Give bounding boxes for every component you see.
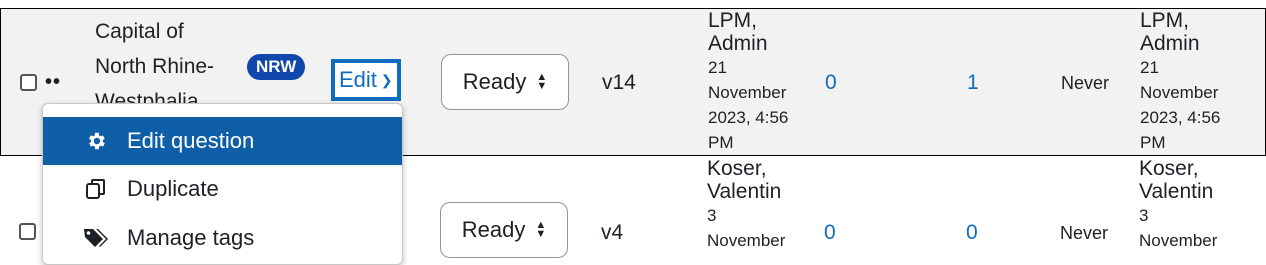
created-date: November [708,83,787,102]
menu-item-label: Manage tags [127,225,255,250]
modified-date: 21 [1140,58,1159,77]
row-select-checkbox[interactable] [20,74,37,91]
status-select-value: Ready [462,69,527,94]
modified-by: Koser, Valentin 3 November [1139,157,1217,253]
menu-item-label: Edit question [127,128,255,153]
row-select-checkbox[interactable] [19,223,36,240]
created-by: LPM, Admin 21 November 2023, 4:56 PM [708,9,788,155]
modified-by-name: Valentin [1139,180,1214,203]
tag-badge[interactable]: NRW [247,54,306,80]
select-arrows-icon: ▲ ▼ [536,71,548,92]
created-date: 2023, 4:56 [708,108,789,127]
menu-item-edit-question[interactable]: Edit question [43,117,402,165]
modified-by-name: Admin [1140,32,1200,55]
status-select[interactable]: Ready ▲ ▼ [441,54,569,110]
comments-count-link[interactable]: 0 [966,221,978,245]
menu-item-label: Duplicate [127,176,219,201]
comments-count-link[interactable]: 1 [967,71,979,95]
edit-dropdown-button[interactable]: Edit ❯ [331,59,401,101]
edit-dropdown-menu: Edit question Duplicate Manage tags [42,103,403,265]
edit-button-label: Edit [339,67,377,92]
row-drag-handle-icon[interactable]: •• [45,72,61,92]
status-select-value: Ready [461,217,526,242]
chevron-down-icon: ❯ [380,72,393,88]
modified-date: 2023, 4:56 [1140,108,1221,127]
created-date: November [707,231,786,250]
last-used: Never [1060,223,1109,243]
gear-icon [81,130,111,152]
created-by-name: Valentin [707,180,782,203]
usage-count-link[interactable]: 0 [825,71,837,95]
modified-date: 3 [1139,206,1149,225]
modified-date: PM [1140,133,1166,152]
duplicate-icon [81,177,111,201]
version: v4 [601,221,624,244]
menu-item-manage-tags[interactable]: Manage tags [43,214,402,262]
select-arrows-icon: ▲ ▼ [535,219,547,240]
usage-count-link[interactable]: 0 [824,221,836,245]
created-date: 21 [708,58,727,77]
created-by-name: Koser, [707,157,767,180]
modified-by-name: LPM, [1140,9,1190,32]
created-date: PM [708,133,734,152]
version: v14 [602,71,636,94]
modified-date: November [1140,83,1219,102]
question-name-line: Capital of [95,20,184,43]
question-name-line: North Rhine- [95,55,215,78]
created-by: Koser, Valentin 3 November [707,157,785,253]
modified-by: LPM, Admin 21 November 2023, 4:56 PM [1140,9,1220,155]
last-used: Never [1061,73,1110,93]
modified-by-name: Koser, [1139,157,1199,180]
created-date: 3 [707,206,717,225]
status-select[interactable]: Ready ▲ ▼ [440,202,568,258]
tags-icon [81,227,111,249]
modified-date: November [1139,231,1218,250]
created-by-name: Admin [708,32,768,55]
created-by-name: LPM, [708,9,758,32]
menu-item-duplicate[interactable]: Duplicate [43,165,402,213]
